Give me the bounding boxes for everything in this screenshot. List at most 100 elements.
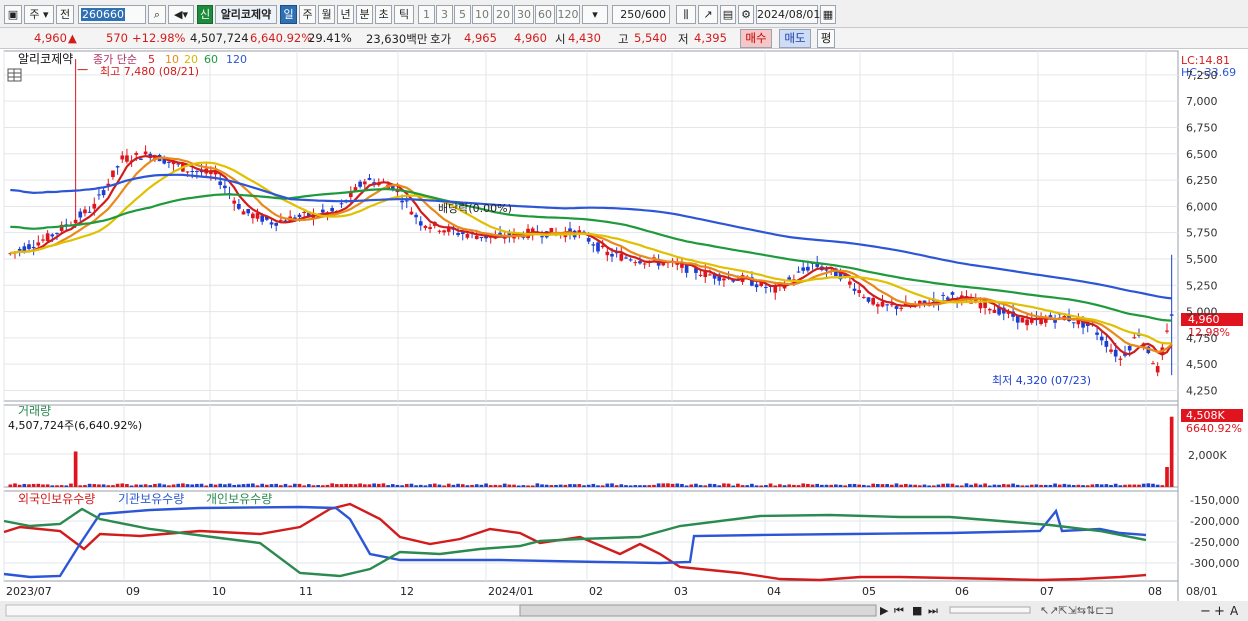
count-field[interactable]: 250/600 — [612, 5, 670, 24]
sell-button[interactable]: 매도 — [779, 29, 811, 48]
draw-tools-icon[interactable]: ↖↗⇱⇲⇆⇅⊏⊐ — [1040, 604, 1114, 617]
date-field[interactable]: 2024/08/01 — [756, 5, 820, 24]
candle-body — [260, 215, 265, 222]
zoom-slider[interactable] — [949, 606, 1031, 614]
volume-bar — [1081, 485, 1085, 487]
calendar-icon[interactable]: ▦ — [820, 5, 836, 24]
gear-icon[interactable]: ⚙ — [738, 5, 754, 24]
interval-120[interactable]: 120 — [556, 5, 580, 24]
interval-3[interactable]: 3 — [436, 5, 453, 24]
period-week-tab[interactable]: 주 — [299, 5, 316, 24]
scroll-right-icon[interactable]: ▶ — [880, 604, 889, 617]
volume-bar — [959, 485, 964, 487]
volume-bar — [969, 484, 973, 487]
volume-bar — [437, 484, 442, 487]
holdings-axis-tick: -250,000 — [1190, 536, 1239, 549]
volume-bar — [862, 484, 866, 487]
candle-body — [591, 244, 596, 246]
volume-note: 4,507,724주(6,640.92%) — [8, 419, 142, 432]
x-axis-label: 2024/01 — [488, 585, 534, 598]
scroll-end-left-icon[interactable]: ⏮ — [894, 604, 904, 617]
candle-body — [638, 261, 642, 264]
line-tool-icon[interactable]: ↗ — [698, 5, 718, 24]
price-axis-tick: 4,250 — [1186, 384, 1218, 397]
price-axis-tick: 4,500 — [1186, 358, 1218, 371]
volume-bar — [8, 484, 13, 487]
volume-bar — [619, 484, 624, 487]
volume-bar — [134, 484, 139, 487]
interval-30[interactable]: 30 — [514, 5, 534, 24]
layout-icon[interactable]: ▣ — [4, 5, 22, 24]
price-change: 570 — [106, 31, 128, 45]
interval-60[interactable]: 60 — [535, 5, 555, 24]
stop-icon[interactable]: ■ — [912, 604, 922, 617]
buy-button[interactable]: 매수 — [740, 29, 772, 48]
volume-bar — [55, 485, 59, 487]
stock-chart[interactable]: 알리코제약 종가 단순 5 10 20 60 120 최고 7,480 (08/… — [0, 49, 1248, 621]
volume-bar — [750, 483, 754, 487]
period-day-tab[interactable]: 일 — [280, 5, 297, 24]
candle-body — [83, 209, 87, 214]
candle-body — [633, 262, 638, 264]
period-year-tab[interactable]: 년 — [337, 5, 354, 24]
volume-bar — [908, 484, 913, 487]
volume-bar — [642, 485, 647, 487]
period-minute-tab[interactable]: 분 — [356, 5, 373, 24]
search-icon[interactable]: ⌕ — [148, 5, 166, 24]
volume-bar — [1118, 485, 1123, 487]
interval-5[interactable]: 5 — [454, 5, 471, 24]
interval-20[interactable]: 20 — [493, 5, 513, 24]
volume-bar — [521, 485, 526, 487]
zoom-out-icon[interactable]: − — [1200, 604, 1211, 619]
code-input[interactable]: 260660 — [78, 5, 146, 24]
volume-bar — [754, 485, 759, 487]
volume-bar — [498, 485, 502, 487]
volume-bar — [274, 483, 279, 487]
candle-body — [619, 253, 624, 261]
volume-bar — [708, 483, 712, 487]
speaker-icon[interactable]: ◀▾ — [168, 5, 194, 24]
volume-bar — [516, 485, 521, 487]
candle-body — [115, 166, 120, 168]
candle-body — [862, 296, 866, 298]
volume-bar — [810, 484, 815, 487]
scroll-end-right-icon[interactable]: ⏭ — [928, 604, 938, 617]
candle-body — [722, 278, 726, 281]
interval-dropdown[interactable]: ▾ — [582, 5, 608, 24]
candle-body — [87, 211, 92, 213]
dividend-annotation: 배당락(0.00%) — [438, 202, 512, 215]
volume-bar — [628, 485, 633, 487]
market-select[interactable]: 주 ▾ — [24, 5, 54, 24]
volume-bar — [1085, 485, 1090, 487]
period-tick-tab[interactable]: 틱 — [394, 5, 414, 24]
volume-bar — [502, 483, 507, 487]
candle-body — [97, 194, 101, 196]
volume-bar — [143, 484, 148, 487]
foreign-holdings-legend: 외국인보유수량 — [18, 492, 95, 506]
period-month-tab[interactable]: 월 — [318, 5, 335, 24]
volume-bar — [372, 483, 376, 487]
candle-body — [764, 286, 768, 288]
scrollbar-thumb[interactable] — [519, 604, 877, 617]
period-second-tab[interactable]: 초 — [375, 5, 392, 24]
volume-bar — [871, 483, 876, 487]
price-axis-tick: 7,250 — [1186, 69, 1218, 82]
volume-bar — [535, 483, 540, 487]
eval-button[interactable]: 평 — [817, 29, 835, 48]
save-icon[interactable]: ▤ — [720, 5, 736, 24]
candle-body — [31, 246, 36, 249]
type-button[interactable]: 전 — [56, 5, 74, 24]
high-label: 고 — [618, 32, 629, 46]
interval-10[interactable]: 10 — [472, 5, 492, 24]
auto-scale-icon[interactable]: A — [1230, 604, 1239, 618]
volume-bar — [1071, 485, 1076, 487]
candle-body — [195, 171, 199, 173]
candle-body — [274, 222, 279, 226]
volume-bar — [899, 484, 903, 487]
interval-1[interactable]: 1 — [418, 5, 435, 24]
candle-type-icon[interactable]: ⫼ — [676, 5, 696, 24]
volume-bar — [1127, 484, 1132, 487]
volume-bar — [726, 483, 731, 487]
zoom-in-icon[interactable]: + — [1214, 604, 1225, 619]
volume-bar — [1104, 484, 1109, 487]
